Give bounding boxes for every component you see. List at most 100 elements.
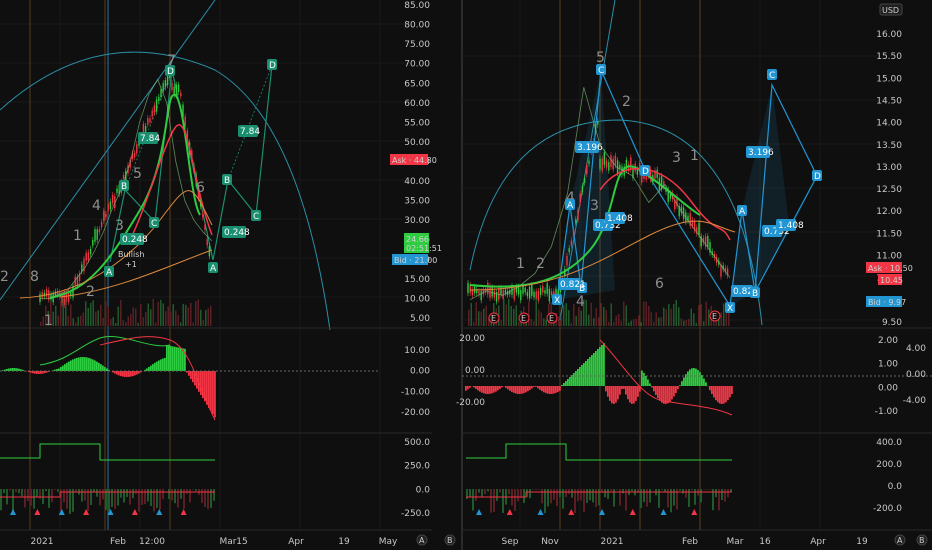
right-event-marker-2[interactable]: E bbox=[518, 312, 530, 324]
right-candle-52 bbox=[581, 185, 584, 193]
right-volume-bar-29 bbox=[540, 312, 542, 326]
right-tag-x-proj[interactable]: X bbox=[725, 302, 735, 314]
right-tag-b-proj[interactable]: B bbox=[750, 287, 760, 299]
left-tag-c[interactable]: C bbox=[149, 217, 159, 229]
left-tag-b-proj[interactable]: B bbox=[222, 174, 232, 186]
right-price-tick-4: 14.00 bbox=[876, 119, 902, 129]
right-osc1-hist-49 bbox=[563, 383, 565, 386]
right-volume-bar-96 bbox=[708, 309, 710, 326]
left-tag-a[interactable]: A bbox=[104, 266, 114, 278]
right-osc2-bar-75 bbox=[691, 489, 693, 490]
svg-text:A: A bbox=[567, 201, 574, 211]
left-osc1-hist-73 bbox=[146, 368, 148, 371]
left-bullish-value: +1 bbox=[125, 260, 137, 269]
right-event-marker-4[interactable]: E bbox=[709, 310, 721, 322]
svg-text:1.408: 1.408 bbox=[778, 221, 804, 231]
left-candle-21 bbox=[85, 252, 87, 261]
left-candle-25 bbox=[94, 229, 96, 242]
right-osc2-bar-9 bbox=[493, 489, 495, 512]
left-candle-62 bbox=[175, 84, 178, 96]
left-tag-ratio-784[interactable]: 7.84 bbox=[138, 132, 160, 144]
left-time-5: Apr bbox=[288, 537, 304, 547]
left-tag-b[interactable]: B bbox=[119, 180, 129, 192]
right-candle-51 bbox=[579, 193, 581, 203]
right-time-2: 2021 bbox=[601, 537, 624, 547]
right-volume-bar-87 bbox=[685, 319, 687, 326]
left-tag-ratio-0248-proj[interactable]: 0.248 bbox=[222, 226, 250, 238]
left-volume-bar-54 bbox=[175, 310, 177, 326]
right-tag-ratio-1408-proj[interactable]: 1.408 bbox=[776, 219, 804, 231]
left-osc2-bar-39 bbox=[117, 489, 119, 506]
right-price-tick-2: 15.00 bbox=[876, 74, 902, 84]
right-osc1-hist-66 bbox=[597, 349, 599, 386]
left-osc2-bar-62 bbox=[186, 489, 188, 494]
left-osc1-hist-30 bbox=[60, 367, 62, 371]
left-tag-ratio-784-proj[interactable]: 7.84 bbox=[238, 125, 260, 137]
left-osc2-bar-30 bbox=[90, 489, 92, 505]
right-tag-a-proj[interactable]: A bbox=[737, 205, 747, 217]
right-volume-bar-77 bbox=[660, 316, 662, 326]
left-tag-a-proj[interactable]: A bbox=[208, 262, 218, 274]
right-event-marker-3[interactable]: E bbox=[546, 312, 558, 324]
right-volume-bar-86 bbox=[683, 320, 685, 326]
right-tag-ratio-0821[interactable]: 0.821 bbox=[558, 278, 586, 290]
right-osc1-hist-116 bbox=[697, 369, 699, 386]
left-wave-1: 1 bbox=[73, 228, 82, 244]
right-tag-x[interactable]: X bbox=[552, 294, 562, 306]
left-volume-bar-46 bbox=[155, 322, 157, 326]
right-tag-ratio-3196[interactable]: 3.196 bbox=[575, 141, 603, 153]
right-tag-a[interactable]: A bbox=[565, 199, 575, 211]
left-osc2-bar-19 bbox=[57, 489, 59, 492]
left-tag-c-proj[interactable]: C bbox=[251, 210, 261, 222]
right-osc1-hist-112 bbox=[689, 369, 691, 386]
right-time-axis[interactable]: Sep Nov 2021 Feb Mar 16 Apr 19 bbox=[502, 537, 868, 547]
left-price-tick-2: 75.00 bbox=[404, 40, 430, 50]
left-tag-d-top[interactable]: D bbox=[165, 65, 175, 77]
right-osc1-hist-51 bbox=[567, 379, 569, 386]
right-osc1-hist-12 bbox=[489, 386, 491, 394]
right-osc1-hist-43 bbox=[551, 386, 553, 394]
left-tag-ratio-0248[interactable]: 0.248 bbox=[120, 233, 148, 245]
right-osc1-hist-22 bbox=[509, 386, 511, 391]
right-volume-bar-57 bbox=[610, 303, 612, 326]
right-osc2-bar-21 bbox=[529, 489, 531, 499]
right-tag-c-proj[interactable]: C bbox=[767, 69, 777, 81]
left-osc2-bar-65 bbox=[195, 489, 197, 491]
left-osc2-bar-47 bbox=[141, 489, 143, 506]
right-time-7: 19 bbox=[856, 537, 868, 547]
right-candle-54 bbox=[586, 165, 588, 175]
left-price-tick-10: 35.00 bbox=[404, 197, 430, 207]
right-tag-ratio-3196-proj[interactable]: 3.196 bbox=[746, 146, 774, 158]
right-candle-27 bbox=[526, 291, 529, 297]
right-volume-bar-27 bbox=[535, 299, 537, 326]
right-osc1-hist-92 bbox=[649, 383, 651, 386]
right-wave-4b: 4 bbox=[576, 294, 585, 310]
right-osc1-hist-68 bbox=[601, 345, 603, 386]
left-osc1-hist-107 bbox=[214, 371, 216, 418]
right-tag-c[interactable]: C bbox=[596, 64, 606, 76]
right-osc1-hist-56 bbox=[577, 369, 579, 386]
left-volume-bar-0 bbox=[40, 321, 42, 326]
left-tag-d-proj[interactable]: D bbox=[267, 59, 277, 71]
left-wave-8: 8 bbox=[30, 269, 39, 285]
left-candle-54 bbox=[158, 96, 160, 102]
right-osc1-hist-124 bbox=[713, 386, 715, 398]
right-osc2-bar-5 bbox=[481, 489, 483, 497]
right-volume-bar-3 bbox=[475, 302, 477, 326]
right-tag-ratio-1408[interactable]: 1.408 bbox=[605, 212, 633, 224]
right-osc2-bar-23 bbox=[535, 489, 537, 490]
right-volume-bar-28 bbox=[538, 309, 540, 326]
right-tag-d-proj[interactable]: D bbox=[812, 170, 822, 182]
right-currency-badge[interactable]: USD bbox=[879, 3, 903, 16]
svg-text:0.248: 0.248 bbox=[224, 228, 250, 238]
left-osc1-hist-33 bbox=[66, 362, 68, 371]
right-osc2-bar-50 bbox=[616, 489, 618, 490]
svg-text:A: A bbox=[739, 207, 746, 217]
right-volume-bar-60 bbox=[618, 314, 620, 326]
right-candle-62 bbox=[603, 152, 606, 166]
left-volume-bar-42 bbox=[145, 312, 147, 326]
right-candle-2 bbox=[471, 289, 474, 296]
left-candle-51 bbox=[151, 110, 153, 117]
right-event-marker-1[interactable]: E bbox=[488, 312, 500, 324]
right-tag-d[interactable]: D bbox=[640, 165, 650, 177]
